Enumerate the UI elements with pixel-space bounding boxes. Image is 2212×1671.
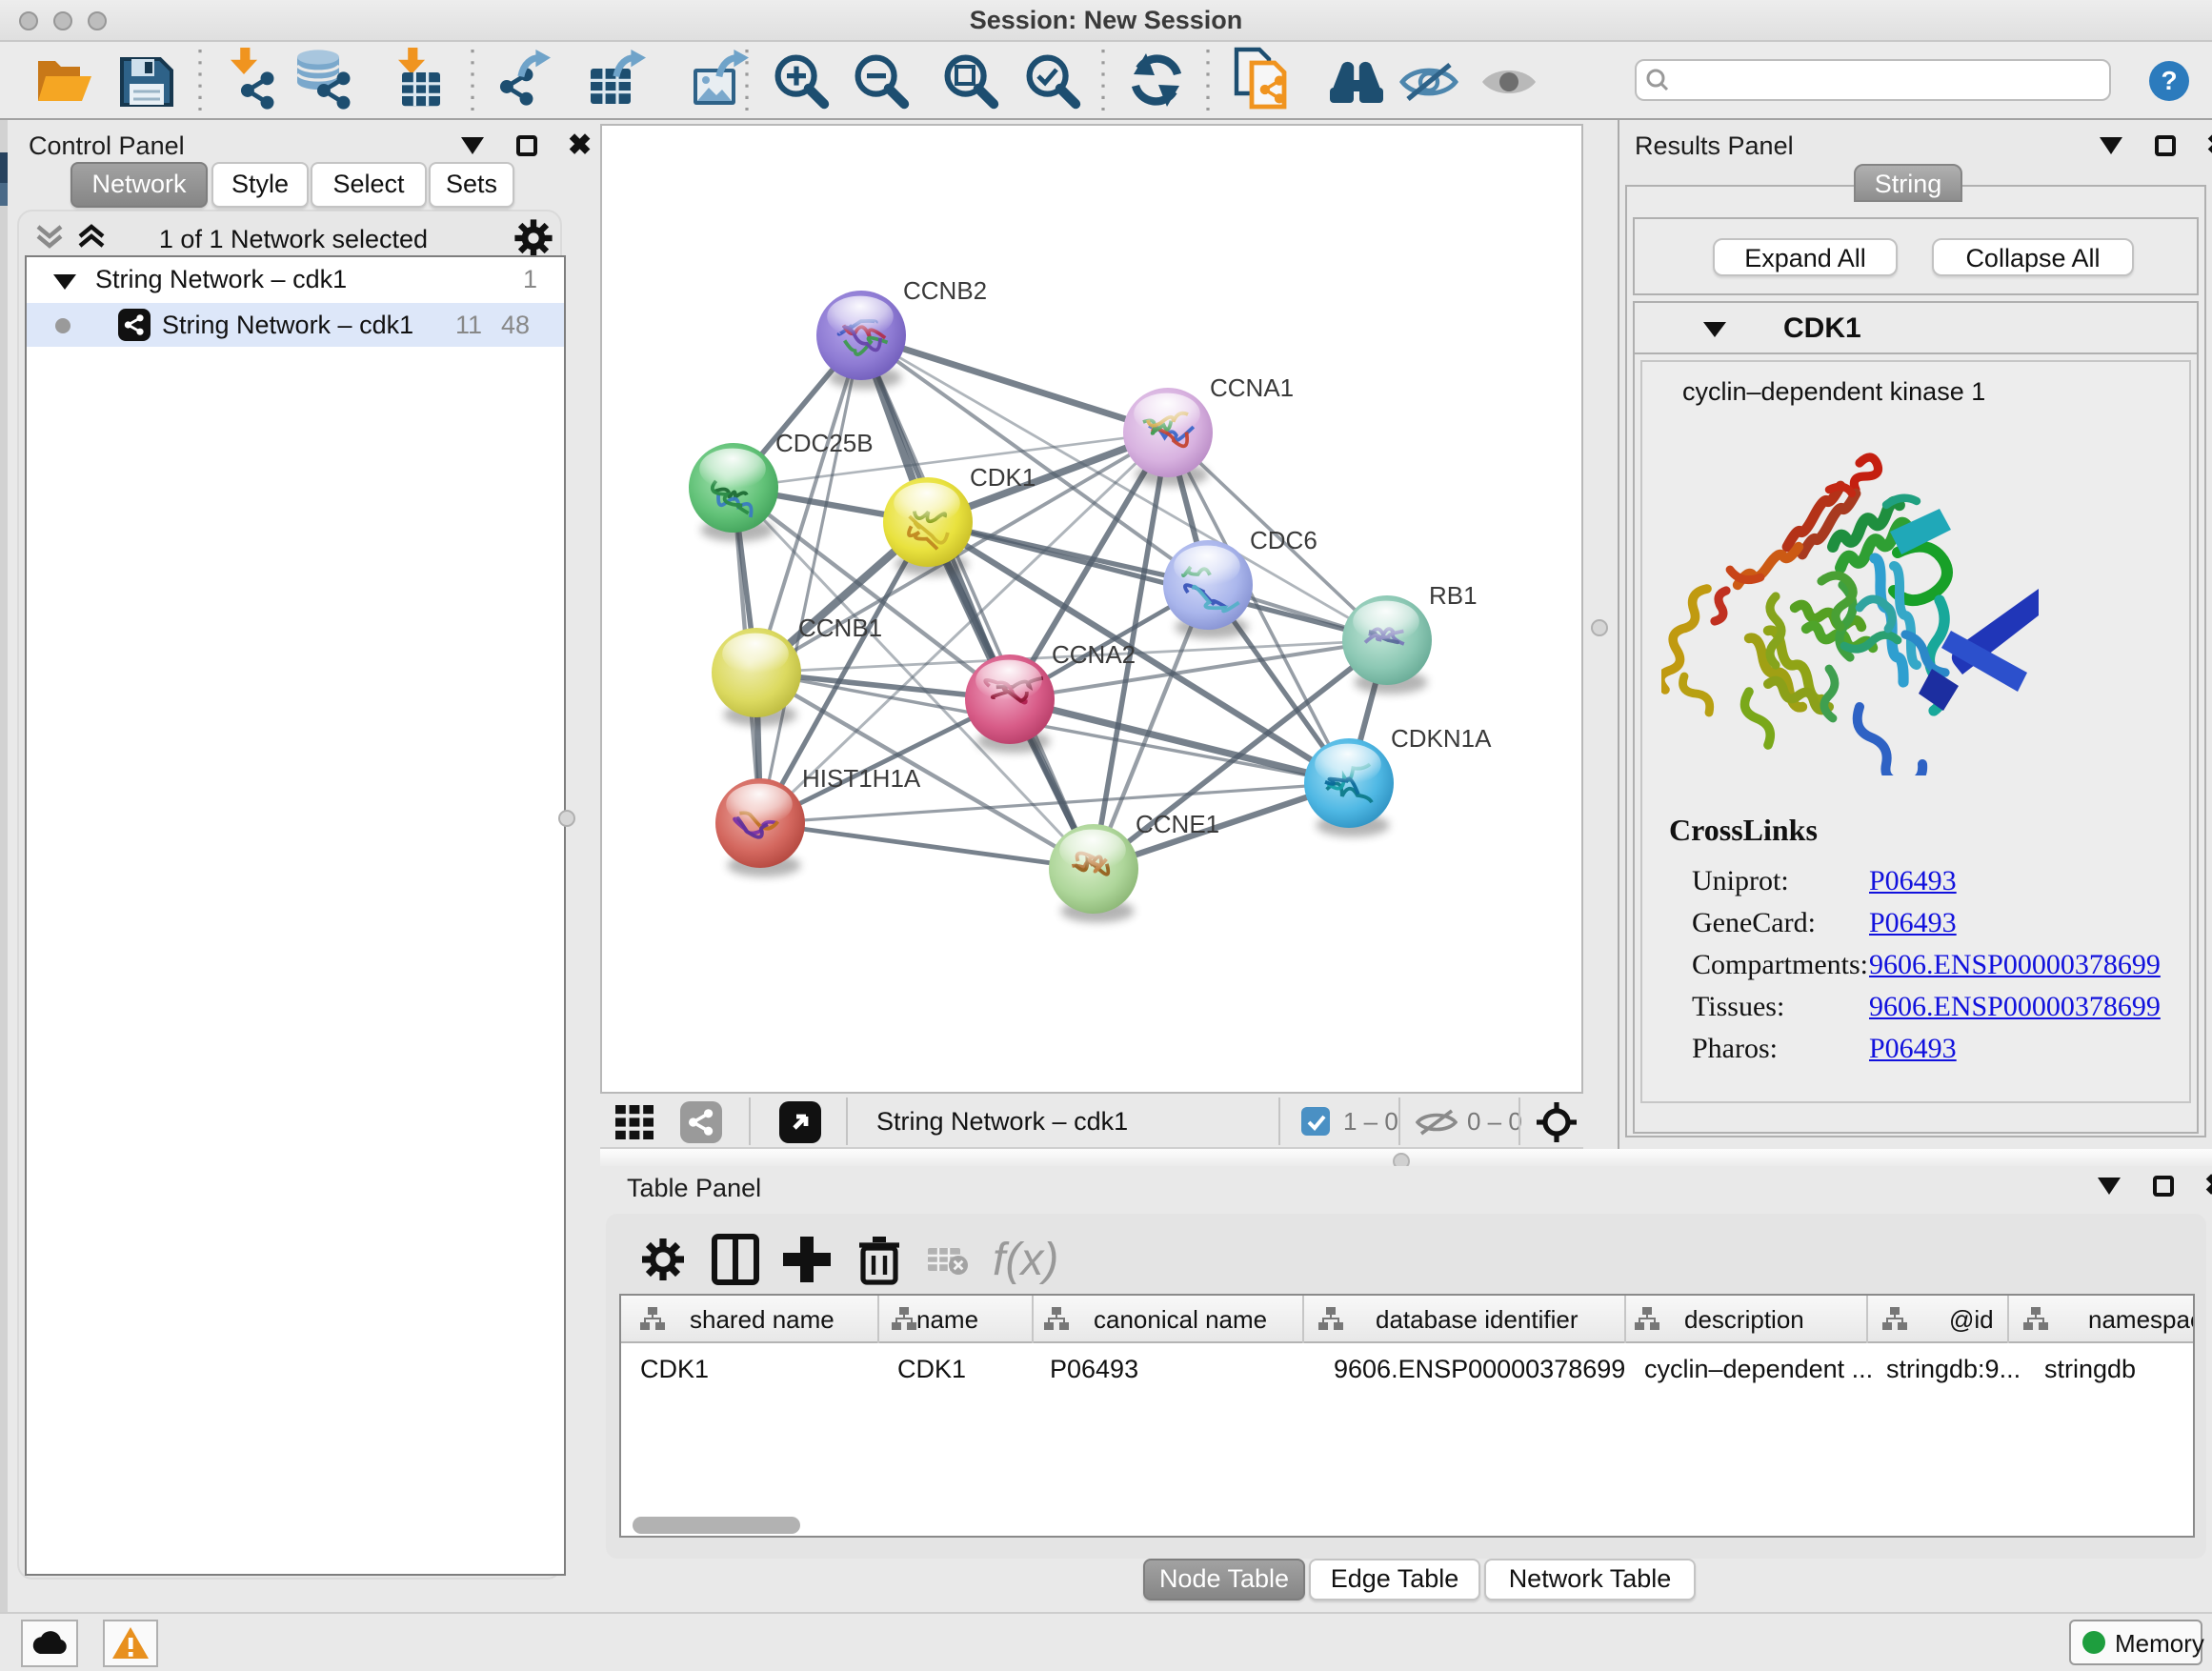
svg-text:CCNB1: CCNB1 — [798, 614, 882, 642]
svg-text:canonical name: canonical name — [1094, 1305, 1267, 1334]
svg-text:HIST1H1A: HIST1H1A — [802, 764, 921, 793]
svg-text:cyclin–dependent ...: cyclin–dependent ... — [1644, 1355, 1873, 1383]
svg-text:stringdb: stringdb — [2044, 1355, 2136, 1383]
svg-text:CCNB2: CCNB2 — [903, 276, 987, 305]
svg-text:CCNA1: CCNA1 — [1210, 373, 1294, 402]
svg-text:RB1: RB1 — [1429, 581, 1478, 610]
svg-text:P06493: P06493 — [1050, 1355, 1138, 1383]
svg-text:CDK1: CDK1 — [640, 1355, 709, 1383]
svg-text:CDKN1A: CDKN1A — [1391, 724, 1492, 753]
svg-text:stringdb:9...: stringdb:9... — [1886, 1355, 2021, 1383]
svg-text:name: name — [916, 1305, 978, 1334]
svg-text:description: description — [1684, 1305, 1804, 1334]
svg-text:CDC6: CDC6 — [1250, 526, 1317, 554]
svg-text:CDC25B: CDC25B — [775, 429, 874, 457]
svg-text:CCNE1: CCNE1 — [1136, 810, 1219, 838]
svg-text:CCNA2: CCNA2 — [1052, 640, 1136, 669]
svg-text:f(x): f(x) — [993, 1235, 1058, 1285]
svg-text:9606.ENSP00000378699: 9606.ENSP00000378699 — [1334, 1355, 1625, 1383]
svg-text:CDK1: CDK1 — [897, 1355, 966, 1383]
svg-text:@id: @id — [1949, 1305, 1994, 1334]
svg-text:shared name: shared name — [690, 1305, 835, 1334]
svg-text:namespac: namespac — [2088, 1305, 2193, 1334]
svg-text:CDK1: CDK1 — [970, 463, 1036, 492]
svg-text:database identifier: database identifier — [1376, 1305, 1579, 1334]
